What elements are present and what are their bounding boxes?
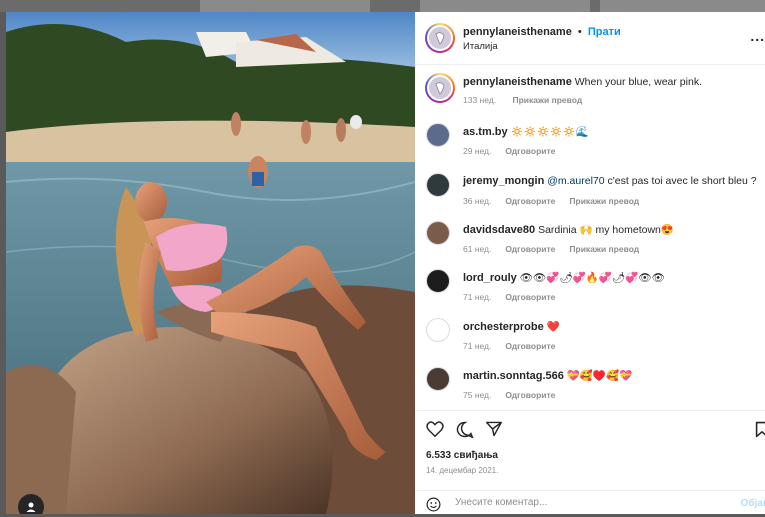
author-avatar[interactable] bbox=[425, 23, 455, 53]
comment-text: 🔅🔅🔅🔅🔅🌊 bbox=[510, 126, 590, 138]
commenter-avatar[interactable] bbox=[426, 173, 450, 197]
emoji-icon[interactable] bbox=[426, 497, 441, 517]
comment-line: martin.sonntag.566 💝🥰♥️🥰💝 bbox=[463, 369, 632, 382]
author-line: pennylaneisthename • Прати bbox=[463, 26, 621, 38]
user-tag-icon[interactable] bbox=[18, 494, 44, 514]
comment-age: 29 нед. bbox=[463, 146, 492, 156]
post-date[interactable]: 14. децембар 2021. bbox=[426, 466, 498, 475]
comment-meta: 36 нед. Одговорите Прикажи превод bbox=[463, 196, 653, 206]
post-location[interactable]: Италија bbox=[463, 41, 498, 52]
comment-text: 👁👁💞🌶💞🔥💞🌶💞👁👁 bbox=[519, 272, 666, 284]
comment-age: 71 нед. bbox=[463, 341, 492, 351]
caption-author[interactable]: pennylaneisthename bbox=[463, 76, 572, 88]
commenter-avatar[interactable] bbox=[426, 269, 450, 293]
caption-age: 133 нед. bbox=[463, 95, 497, 105]
background-thumb bbox=[200, 0, 370, 12]
caption-line: pennylaneisthename When your blue, wear … bbox=[463, 76, 702, 88]
comment-line: jeremy_mongin @m.aurel70 c'est pas toi a… bbox=[463, 175, 757, 187]
comment-username[interactable]: lord_rouly bbox=[463, 272, 517, 284]
translate-button[interactable]: Прикажи превод bbox=[512, 95, 582, 105]
comment-age: 36 нед. bbox=[463, 196, 492, 206]
post-header: pennylaneisthename • Прати Италија ... bbox=[415, 12, 765, 65]
background-thumb bbox=[600, 0, 765, 12]
reply-button[interactable]: Одговорите bbox=[505, 244, 555, 254]
comment-text: Sardinia 🙌 my hometown😍 bbox=[538, 224, 674, 236]
translate-button[interactable]: Прикажи превод bbox=[569, 244, 639, 254]
follow-button[interactable]: Прати bbox=[588, 26, 621, 38]
reply-button[interactable]: Одговорите bbox=[505, 341, 555, 351]
likes-count[interactable]: 6.533 свиђања bbox=[426, 450, 498, 461]
reply-button[interactable]: Одговорите bbox=[505, 390, 555, 400]
background-thumb bbox=[420, 0, 590, 12]
share-icon[interactable] bbox=[485, 421, 503, 442]
heart-icon[interactable] bbox=[426, 421, 444, 442]
comment-username[interactable]: jeremy_mongin bbox=[463, 175, 544, 187]
action-bar bbox=[415, 410, 765, 447]
comment-text: ❤️ bbox=[546, 321, 560, 333]
comment-line: as.tm.by 🔅🔅🔅🔅🔅🌊 bbox=[463, 125, 589, 138]
comment-age: 71 нед. bbox=[463, 292, 492, 302]
comment-mention[interactable]: @m.aurel70 bbox=[547, 175, 604, 187]
more-options-icon[interactable]: ... bbox=[750, 28, 765, 44]
comment-meta: 71 нед. Одговорите bbox=[463, 341, 569, 351]
commenter-avatar[interactable] bbox=[426, 123, 450, 147]
post-image bbox=[6, 12, 415, 514]
author-avatar[interactable] bbox=[425, 73, 455, 103]
comment-age: 61 нед. bbox=[463, 244, 492, 254]
caption-text: When your blue, wear pink. bbox=[574, 76, 702, 88]
reply-button[interactable]: Одговорите bbox=[505, 146, 555, 156]
comment-meta: 75 нед. Одговорите bbox=[463, 390, 569, 400]
comment-meta: 71 нед. Одговорите bbox=[463, 292, 569, 302]
commenter-avatar[interactable] bbox=[426, 367, 450, 391]
reply-button[interactable]: Одговорите bbox=[505, 292, 555, 302]
add-comment-bar: Објав bbox=[415, 490, 765, 515]
comment-username[interactable]: martin.sonntag.566 bbox=[463, 370, 564, 382]
comment-icon[interactable] bbox=[456, 421, 474, 443]
bookmark-icon[interactable] bbox=[755, 421, 765, 443]
post-photo[interactable] bbox=[6, 12, 415, 514]
post-modal: pennylaneisthename • Прати Италија ... p… bbox=[6, 12, 765, 514]
separator-dot: • bbox=[577, 26, 582, 38]
commenter-avatar[interactable] bbox=[426, 221, 450, 245]
comment-text: c'est pas toi avec le short bleu ? bbox=[607, 175, 757, 187]
reply-button[interactable]: Одговорите bbox=[505, 196, 555, 206]
translate-button[interactable]: Прикажи превод bbox=[569, 196, 639, 206]
comment-username[interactable]: as.tm.by bbox=[463, 126, 508, 138]
comment-text: 💝🥰♥️🥰💝 bbox=[566, 370, 633, 382]
comment-input[interactable] bbox=[455, 497, 705, 508]
commenter-avatar[interactable] bbox=[426, 318, 450, 342]
background-strip bbox=[0, 0, 765, 12]
author-username[interactable]: pennylaneisthename bbox=[463, 26, 572, 38]
post-comment-button[interactable]: Објав bbox=[741, 498, 765, 509]
post-sidebar: pennylaneisthename • Прати Италија ... p… bbox=[415, 12, 765, 514]
comment-meta: 61 нед. Одговорите Прикажи превод bbox=[463, 244, 653, 254]
comment-username[interactable]: orchesterprobe bbox=[463, 321, 544, 333]
comment-line: lord_rouly 👁👁💞🌶💞🔥💞🌶💞👁👁 bbox=[463, 271, 665, 284]
comment-age: 75 нед. bbox=[463, 390, 492, 400]
comment-line: orchesterprobe ❤️ bbox=[463, 320, 560, 333]
caption-meta: 133 нед. Прикажи превод bbox=[463, 95, 596, 105]
comment-meta: 29 нед. Одговорите bbox=[463, 146, 569, 156]
comment-username[interactable]: davidsdave80 bbox=[463, 224, 535, 236]
comment-line: davidsdave80 Sardinia 🙌 my hometown😍 bbox=[463, 223, 674, 236]
